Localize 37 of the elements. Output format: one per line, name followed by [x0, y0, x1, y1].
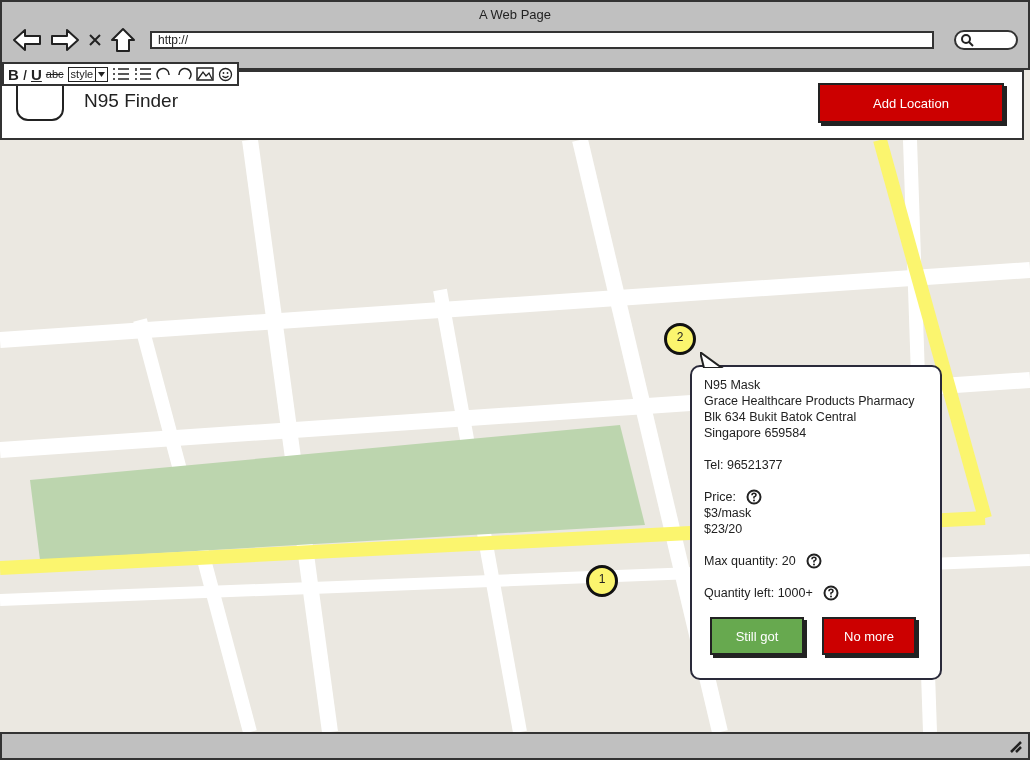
home-icon[interactable]	[110, 27, 136, 53]
forward-icon[interactable]	[50, 28, 80, 52]
quantity-left-text: Quantity left: 1000+	[704, 585, 813, 601]
format-button[interactable]: B	[8, 65, 19, 83]
popup-text: Blk 634 Bukit Batok Central	[704, 409, 858, 425]
price-text: $3/mask	[704, 505, 753, 521]
price-text: $23/20	[704, 521, 744, 537]
back-icon[interactable]	[12, 28, 42, 52]
format-button[interactable]: U	[31, 65, 42, 83]
address-field[interactable]: http://	[150, 31, 934, 49]
popup-text: N95 Mask	[704, 377, 762, 393]
help-icon[interactable]	[745, 489, 762, 505]
phone-text: Tel: 96521377	[704, 457, 784, 473]
format-button[interactable]: I	[22, 65, 27, 83]
image-icon[interactable]	[196, 67, 215, 81]
popup-button[interactable]: No more	[822, 617, 916, 655]
format-button[interactable]: abc	[45, 68, 64, 80]
resize-grip-icon[interactable]	[1008, 739, 1022, 753]
help-icon[interactable]	[822, 585, 839, 601]
popup-text: Singapore 659584	[704, 425, 808, 441]
add-location-button[interactable]: Add Location	[818, 83, 1004, 123]
popup-text: Grace Healthcare Products Pharmacy	[704, 393, 916, 409]
search-field[interactable]	[954, 30, 1018, 50]
numbered-list-icon[interactable]	[134, 67, 153, 81]
max-quantity-text: Max quantity: 20	[704, 553, 796, 569]
app-title: N95 Finder	[84, 90, 179, 112]
window-title: A Web Page	[477, 6, 552, 24]
price-label: Price:	[704, 489, 736, 505]
style-dropdown[interactable]: style	[67, 66, 109, 82]
smiley-icon[interactable]	[218, 66, 234, 82]
help-icon[interactable]	[805, 553, 822, 569]
caret-icon	[95, 67, 108, 81]
close-icon[interactable]	[88, 33, 102, 47]
search-icon	[960, 33, 974, 47]
redo-icon[interactable]	[176, 67, 193, 81]
undo-icon[interactable]	[156, 67, 173, 81]
bullet-list-icon[interactable]	[112, 67, 131, 81]
